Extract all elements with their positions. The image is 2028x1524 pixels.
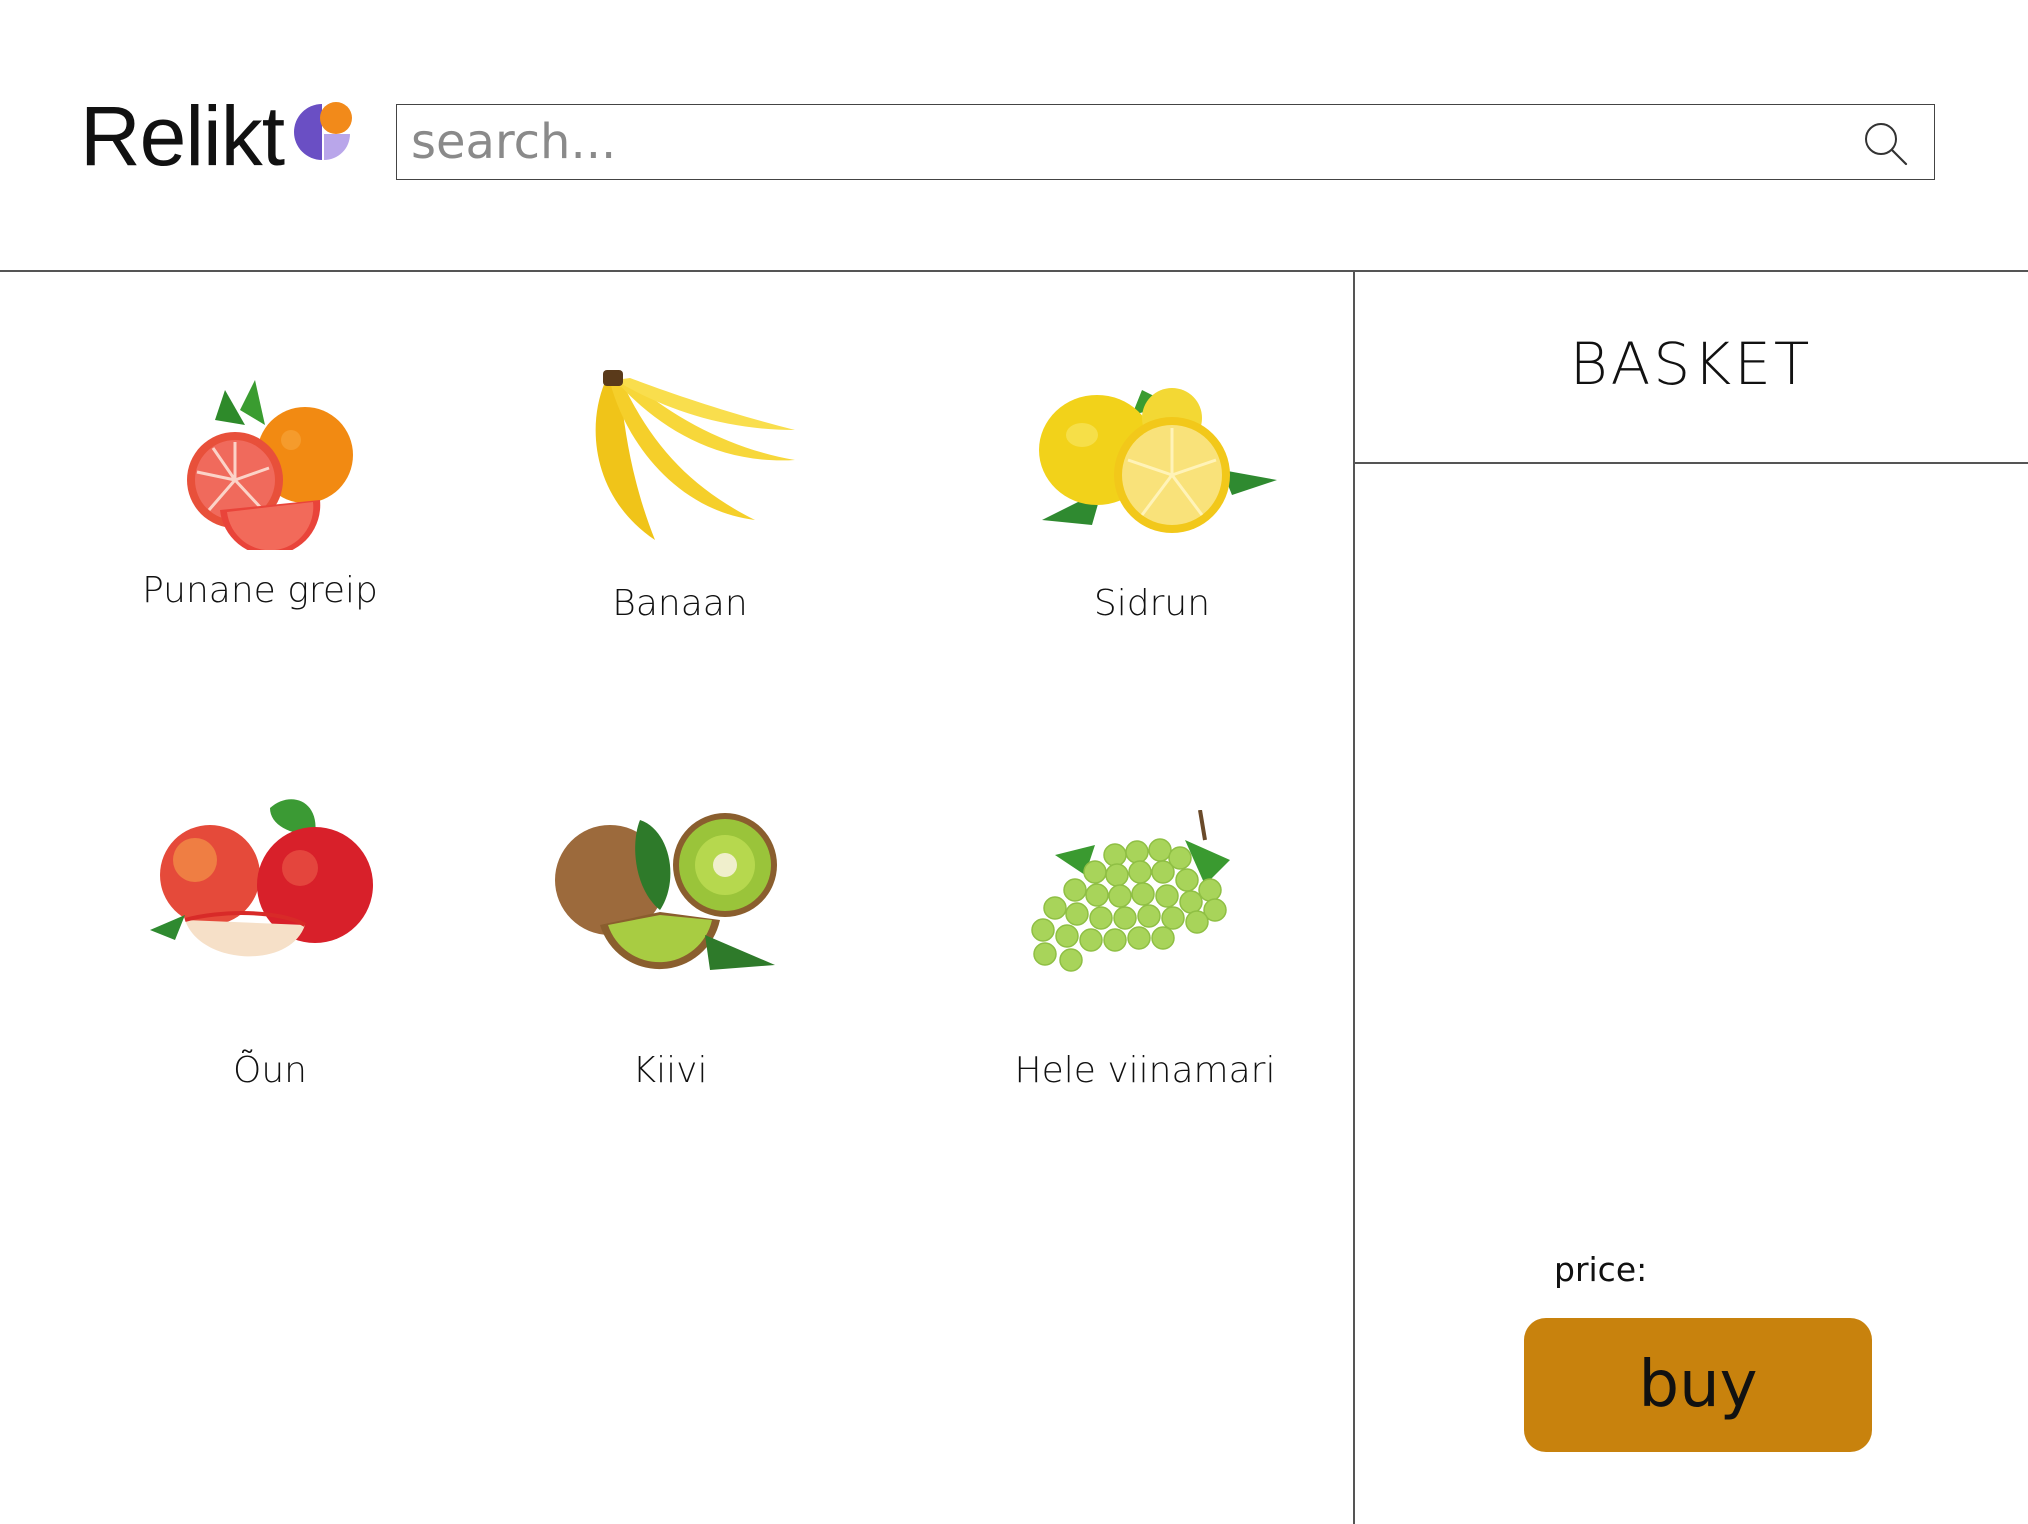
header: Relikt bbox=[0, 0, 2028, 271]
basket-title-divider bbox=[1354, 462, 2028, 464]
relikt-logo-icon bbox=[294, 102, 352, 160]
price-label: price: bbox=[1554, 1250, 1648, 1289]
basket-title: BASKET bbox=[1569, 330, 1813, 398]
banana-image bbox=[595, 370, 795, 540]
product-label: Banaan bbox=[612, 583, 748, 624]
product-label: Kiivi bbox=[632, 1050, 708, 1091]
product-card-grapes[interactable]: Hele viinamari bbox=[995, 780, 1295, 1100]
search-input[interactable] bbox=[411, 111, 1811, 173]
apple-image bbox=[150, 799, 373, 957]
product-card-apple[interactable]: Õun bbox=[120, 780, 420, 1100]
buy-button[interactable]: buy bbox=[1524, 1318, 1872, 1452]
product-label: Sidrun bbox=[1093, 583, 1211, 624]
kiwi-image bbox=[555, 813, 777, 970]
search-icon[interactable] bbox=[1861, 119, 1909, 167]
product-card-grapefruit[interactable]: Punane greip bbox=[110, 370, 410, 630]
product-label: Õun bbox=[233, 1050, 307, 1091]
search-bar[interactable] bbox=[396, 104, 1935, 180]
lemon-image bbox=[1039, 388, 1277, 533]
grapefruit-image bbox=[187, 380, 353, 550]
header-divider bbox=[0, 270, 2028, 272]
logo-text[interactable]: Relikt bbox=[80, 88, 285, 184]
product-label: Hele viinamari bbox=[1014, 1050, 1276, 1091]
product-label: Punane greip bbox=[142, 570, 378, 611]
basket-divider bbox=[1353, 271, 1355, 1524]
product-card-banana[interactable]: Banaan bbox=[530, 370, 830, 640]
grapes-image bbox=[1031, 810, 1230, 972]
product-card-lemon[interactable]: Sidrun bbox=[1002, 370, 1302, 640]
product-card-kiwi[interactable]: Kiivi bbox=[520, 780, 820, 1100]
